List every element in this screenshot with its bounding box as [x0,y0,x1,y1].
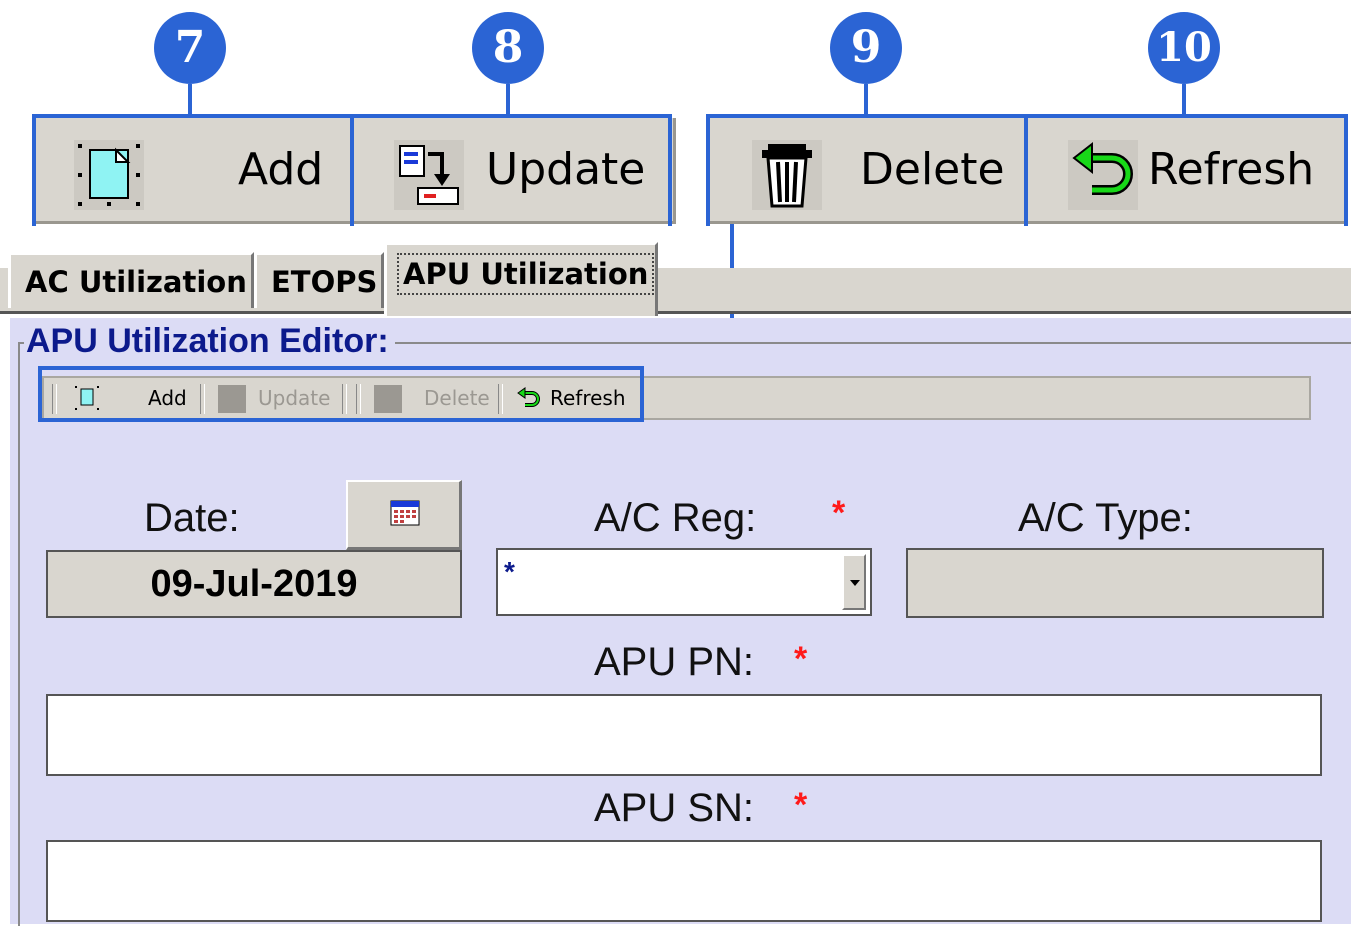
calendar-icon [390,500,420,531]
tab-ac-utilization-label: AC Utilization [25,265,247,299]
tab-apu-utilization[interactable]: APU Utilization [384,242,658,316]
editor-title: APU Utilization Editor: [24,322,395,361]
ac-reg-label: A/C Reg: [594,496,757,540]
callout-8-leader [506,84,510,118]
apu-pn-label: APU PN: [594,640,755,684]
callout-7: 7 [154,12,226,84]
ac-reg-value: * [504,556,515,587]
chevron-down-icon [850,580,860,586]
ac-reg-required-mark: * [832,494,846,532]
callout-10-leader [1182,84,1186,118]
callout-8: 8 [472,12,544,84]
date-picker-button[interactable] [346,480,462,550]
editor-group-border [18,342,1351,926]
callout-9-frame [706,114,1028,226]
tab-etops-label: ETOPS [271,265,378,299]
callout-9-small-frame [38,366,644,422]
callout-7-frame [32,114,354,226]
ac-reg-select[interactable]: * [496,548,872,616]
tab-etops[interactable]: ETOPS [254,252,384,308]
ac-type-field [906,548,1324,618]
apu-sn-required-mark: * [794,786,808,824]
callout-9: 9 [830,12,902,84]
apu-sn-field[interactable] [46,840,1322,922]
callout-10-frame [1024,114,1348,226]
date-value: 09-Jul-2019 [150,563,358,605]
ac-reg-dropdown-button[interactable] [842,554,866,610]
callout-7-leader [188,84,192,118]
callout-9-leader [864,84,868,118]
callout-10: 10 [1148,12,1220,84]
date-label: Date: [144,496,240,540]
apu-pn-required-mark: * [794,640,808,678]
tab-apu-utilization-label: APU Utilization [397,253,655,295]
callout-8-frame [350,114,672,226]
tab-ac-utilization[interactable]: AC Utilization [8,252,254,308]
ac-type-label: A/C Type: [1018,496,1193,540]
apu-sn-label: APU SN: [594,786,755,830]
apu-pn-field[interactable] [46,694,1322,776]
date-field[interactable]: 09-Jul-2019 [46,550,462,618]
